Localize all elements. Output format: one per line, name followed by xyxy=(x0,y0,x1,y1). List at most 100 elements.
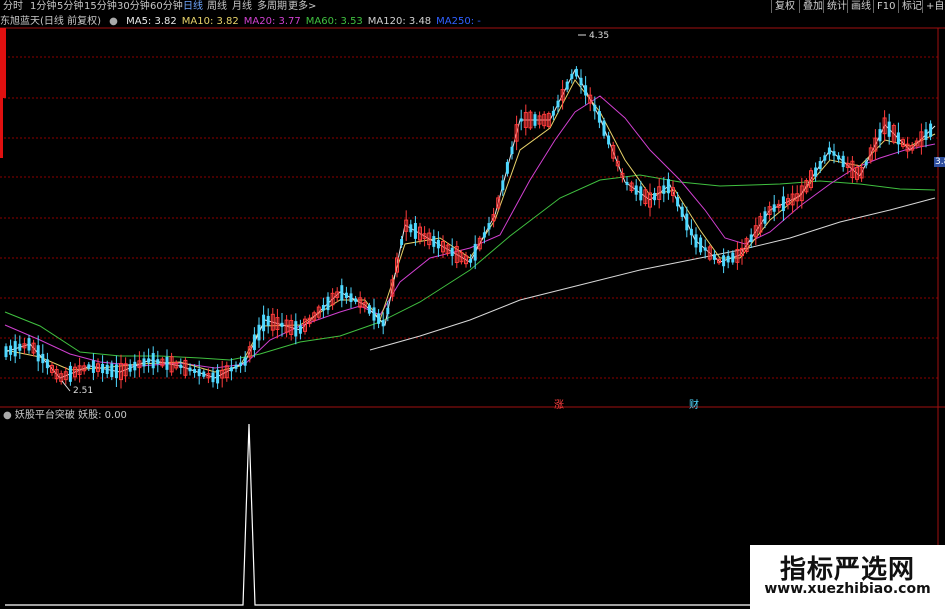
indicator-name: 妖股平台突破 xyxy=(14,410,75,421)
candle-body xyxy=(128,364,132,372)
candle-body xyxy=(151,353,155,369)
candle-body xyxy=(837,155,841,160)
ma5-line xyxy=(4,68,936,379)
candle-body xyxy=(763,211,767,224)
candle-body xyxy=(294,321,298,337)
candle-body xyxy=(252,334,256,351)
candle-body xyxy=(814,167,818,177)
zhang-marker[interactable]: 涨 xyxy=(554,396,564,411)
candle-body xyxy=(556,100,560,108)
candle-body xyxy=(381,320,385,327)
candle-body xyxy=(239,362,243,367)
candle-body xyxy=(27,338,31,351)
candle-body xyxy=(188,367,192,372)
candle-body xyxy=(266,315,270,326)
left-price-bar-2 xyxy=(0,98,3,158)
candle-body xyxy=(45,359,49,369)
candle-body xyxy=(4,346,8,358)
candle-body xyxy=(413,223,417,239)
candle-body xyxy=(818,161,822,170)
cai-marker[interactable]: 财 xyxy=(689,396,699,411)
candle-body xyxy=(110,363,114,378)
candle-body xyxy=(340,285,344,301)
candle-body xyxy=(216,369,220,384)
candle-body xyxy=(147,358,151,363)
ma120-line xyxy=(369,197,936,351)
candle-body xyxy=(9,345,13,355)
candle-body xyxy=(487,223,491,230)
candle-body xyxy=(887,121,891,137)
candle-body xyxy=(165,356,169,370)
ma20-line xyxy=(4,95,936,369)
low-price-label: 2.51 xyxy=(73,386,94,396)
candle-body xyxy=(321,304,325,311)
candle-body xyxy=(602,120,606,136)
indicator-legend: ● 妖股平台突破 妖股: 0.00 xyxy=(3,410,127,422)
kline-chart[interactable] xyxy=(0,0,945,609)
candle-body xyxy=(685,213,689,231)
candle-body xyxy=(473,243,477,261)
candle-body xyxy=(864,161,868,166)
candle-body xyxy=(298,325,302,334)
ma60-line xyxy=(4,174,936,361)
candle-body xyxy=(832,151,836,156)
candle-body xyxy=(344,292,348,298)
candle-body xyxy=(533,114,537,126)
candle-body xyxy=(105,364,109,375)
candle-body xyxy=(929,123,933,137)
candle-body xyxy=(202,371,206,377)
candle-body xyxy=(781,196,785,212)
candle-body xyxy=(450,247,454,257)
candle-body xyxy=(18,343,22,351)
candle-body xyxy=(142,358,146,367)
candle-body xyxy=(722,255,726,267)
candle-body xyxy=(579,77,583,86)
watermark-en: www.xuezhibiao.com xyxy=(764,581,931,597)
candle-body xyxy=(377,313,381,324)
candle-body xyxy=(354,298,358,302)
candle-body xyxy=(372,307,376,321)
candle-body xyxy=(114,364,118,379)
candle-body xyxy=(772,204,776,212)
candle-body xyxy=(211,372,215,383)
candle-body xyxy=(570,73,574,79)
candle-body xyxy=(689,228,693,236)
candle-body xyxy=(823,155,827,161)
ma10-line xyxy=(4,79,936,373)
candle-body xyxy=(197,369,201,377)
candle-body xyxy=(243,357,247,366)
candle-body xyxy=(519,118,523,122)
candle-body xyxy=(349,293,353,303)
candle-body xyxy=(551,110,555,116)
candle-body xyxy=(432,236,436,247)
candle-body xyxy=(841,155,845,168)
candle-body xyxy=(712,254,716,260)
candle-body xyxy=(680,206,684,217)
candle-body xyxy=(639,186,643,201)
candle-body xyxy=(565,81,569,90)
candle-body xyxy=(634,185,638,195)
high-price-label: 4.35 xyxy=(589,31,610,41)
candle-body xyxy=(409,224,413,233)
candle-body xyxy=(666,179,670,194)
candle-body xyxy=(41,353,45,364)
candle-body xyxy=(229,367,233,372)
candle-body xyxy=(505,162,509,174)
candle-body xyxy=(400,239,404,245)
candle-body xyxy=(262,314,266,332)
candle-body xyxy=(257,324,261,341)
candle-body xyxy=(68,365,72,382)
candle-body xyxy=(726,255,730,263)
candle-body xyxy=(676,197,680,207)
candle-body xyxy=(699,237,703,253)
candle-body xyxy=(607,135,611,145)
candle-body xyxy=(386,307,390,315)
candle-body xyxy=(156,359,160,364)
candle-body xyxy=(87,364,91,369)
watermark: 指标严选网 www.xuezhibiao.com xyxy=(750,545,945,609)
candle-body xyxy=(91,360,95,373)
candle-body xyxy=(662,185,666,194)
indicator-settings-icon[interactable]: ● xyxy=(3,410,12,421)
candle-body xyxy=(193,369,197,373)
candle-body xyxy=(510,146,514,155)
